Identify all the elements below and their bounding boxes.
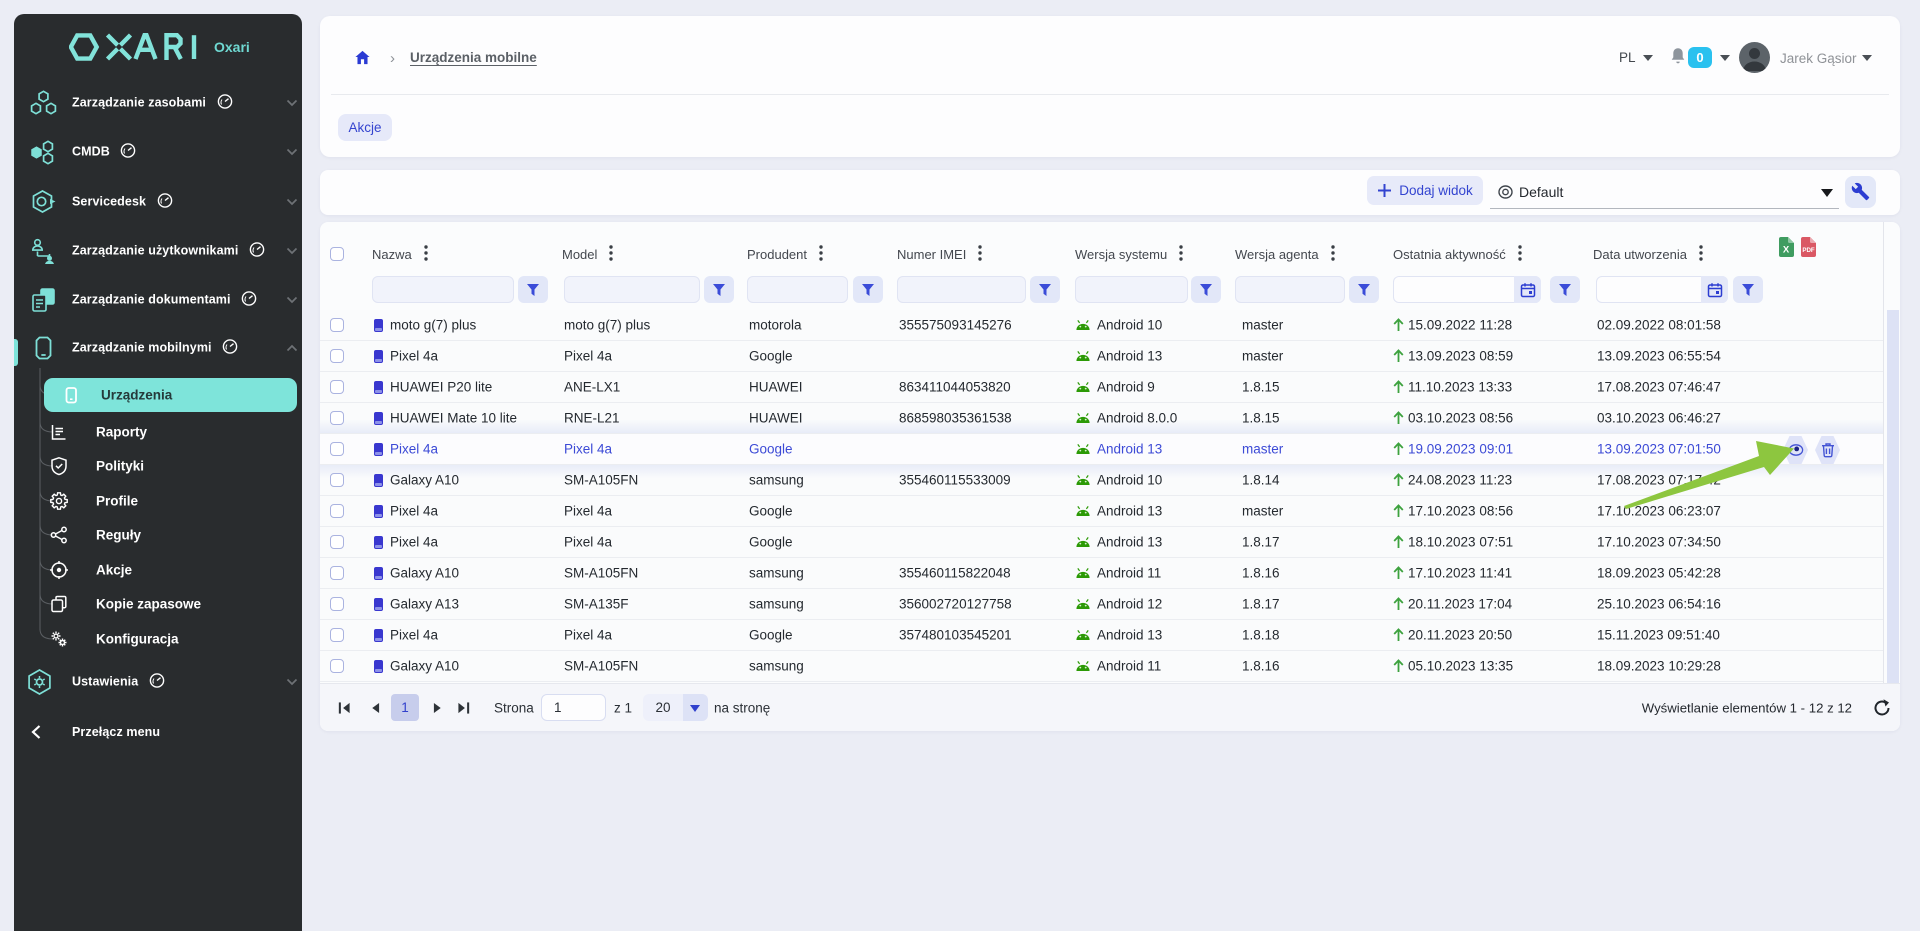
svg-text:PDF: PDF: [1802, 247, 1815, 254]
svg-text:X: X: [1783, 245, 1790, 256]
